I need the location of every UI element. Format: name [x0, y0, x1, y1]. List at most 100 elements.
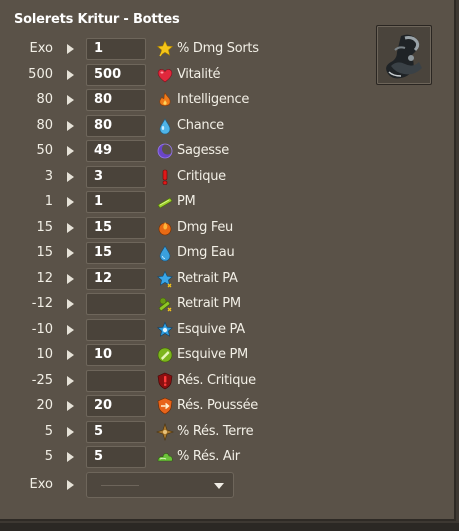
item-stats-panel: Solerets Kritur - Bottes Exo 1 % Dmg Sor… [0, 0, 456, 521]
stat-row-res-critique: -25 Rés. Critique [0, 369, 456, 394]
apply-arrow-icon[interactable] [67, 479, 74, 490]
stat-label: % Rés. Air [177, 449, 240, 464]
exo-row: Exo [0, 471, 456, 501]
stat-row-critique: 3 3 Critique [0, 165, 456, 190]
stat-label: Retrait PM [177, 296, 241, 311]
stat-input[interactable]: 80 [86, 89, 146, 111]
apply-arrow-icon[interactable] [67, 401, 74, 411]
apply-arrow-icon[interactable] [67, 95, 74, 105]
apply-arrow-icon[interactable] [67, 120, 74, 131]
chevron-down-icon[interactable] [214, 482, 224, 489]
current-value: Exo [29, 41, 53, 56]
heart-icon [157, 68, 173, 82]
fire-damage-icon [158, 221, 172, 235]
current-value: 80 [36, 117, 53, 133]
apply-arrow-icon[interactable] [67, 375, 74, 386]
stat-input[interactable]: 10 [86, 344, 146, 366]
stat-row-retrait-pm: -12 Retrait PM [0, 292, 456, 317]
stat-row-pm: 1 1 PM [0, 190, 456, 215]
stat-input[interactable]: 5 [86, 420, 146, 443]
stat-label: Retrait PA [177, 270, 238, 286]
exo-label: Exo [29, 476, 53, 492]
stat-row-sagesse: 50 49 Sagesse [0, 139, 456, 164]
apply-arrow-icon[interactable] [67, 222, 74, 233]
current-value: 15 [36, 245, 53, 260]
moon-icon [157, 143, 173, 159]
stat-label: % Rés. Terre [177, 423, 254, 439]
select-placeholder [101, 484, 139, 486]
current-value: 500 [28, 66, 53, 82]
stat-row-dmg-feu: 15 15 Dmg Feu [0, 216, 456, 241]
current-value: 10 [36, 347, 53, 362]
apply-arrow-icon[interactable] [67, 197, 74, 207]
stat-row-res-poussee: 20 20 Rés. Poussée [0, 394, 456, 419]
stat-input[interactable]: 5 [86, 446, 146, 468]
current-value: 20 [36, 398, 53, 413]
bottom-strip [0, 523, 459, 531]
stat-row-vitalite: 500 500 Vitalité [0, 63, 456, 88]
current-value: 80 [36, 92, 53, 107]
stat-input[interactable]: 20 [86, 395, 146, 417]
current-value: 3 [44, 168, 53, 184]
current-value: 1 [44, 194, 53, 209]
current-value: -10 [31, 321, 53, 337]
stat-label: Dmg Feu [177, 219, 233, 235]
stat-input[interactable]: 80 [86, 114, 146, 137]
boot-retreat-icon [158, 297, 172, 312]
apply-arrow-icon[interactable] [67, 171, 74, 182]
stat-row-esquive-pm: 10 10 Esquive PM [0, 343, 456, 368]
stat-row-esquive-pa: -10 Esquive PA [0, 318, 456, 343]
stat-label: Vitalité [177, 66, 221, 82]
apply-arrow-icon[interactable] [67, 324, 74, 335]
stat-input[interactable]: 1 [86, 38, 146, 60]
stat-input[interactable]: 3 [86, 165, 146, 188]
stat-row-dmg-eau: 15 15 Dmg Eau [0, 241, 456, 266]
apply-arrow-icon[interactable] [67, 426, 74, 437]
critical-resist-icon [157, 372, 173, 389]
apply-arrow-icon[interactable] [67, 273, 74, 284]
stat-input[interactable] [86, 293, 146, 315]
star-dodge-icon [157, 321, 173, 337]
exo-select[interactable] [86, 471, 234, 498]
pushback-resist-icon [157, 397, 173, 415]
current-value: 12 [36, 270, 53, 286]
stat-input[interactable]: 49 [86, 140, 146, 162]
star-icon [156, 40, 174, 57]
apply-arrow-icon[interactable] [67, 146, 74, 156]
apply-arrow-icon[interactable] [67, 299, 74, 309]
stat-label: Intelligence [177, 92, 250, 107]
stat-row-res-air: 5 5 % Rés. Air [0, 445, 456, 470]
current-value: 5 [44, 423, 53, 439]
current-value: 5 [44, 449, 53, 464]
stat-input[interactable] [86, 369, 146, 392]
apply-arrow-icon[interactable] [67, 248, 74, 258]
stat-input[interactable]: 500 [86, 63, 146, 86]
stat-input[interactable]: 1 [86, 191, 146, 213]
stat-label: Esquive PA [177, 321, 245, 337]
stat-row-retrait-pa: 12 12 Retrait PA [0, 267, 456, 292]
stat-input[interactable]: 15 [86, 242, 146, 264]
stat-label: Critique [177, 168, 226, 184]
apply-arrow-icon[interactable] [67, 350, 74, 360]
earth-resist-icon [156, 422, 174, 441]
current-value: 50 [36, 143, 53, 158]
exclamation-icon [162, 169, 168, 185]
apply-arrow-icon[interactable] [67, 44, 74, 54]
apply-arrow-icon[interactable] [67, 452, 74, 462]
stat-input[interactable]: 12 [86, 267, 146, 290]
air-resist-icon [157, 453, 173, 462]
stat-input[interactable]: 15 [86, 216, 146, 239]
stat-label: Sagesse [177, 143, 229, 158]
stat-row-res-terre: 5 5 % Rés. Terre [0, 420, 456, 445]
stat-label: Rés. Poussée [177, 398, 258, 413]
stat-label: % Dmg Sorts [177, 41, 259, 56]
stat-label: Chance [177, 117, 224, 133]
stat-label: PM [177, 194, 196, 209]
water-drop-icon [159, 117, 171, 134]
stat-label: Dmg Eau [177, 245, 235, 260]
stat-row-chance: 80 80 Chance [0, 114, 456, 139]
fire-icon [159, 92, 171, 106]
stat-input[interactable] [86, 318, 146, 341]
boot-pm-icon [157, 197, 173, 209]
apply-arrow-icon[interactable] [67, 69, 74, 80]
